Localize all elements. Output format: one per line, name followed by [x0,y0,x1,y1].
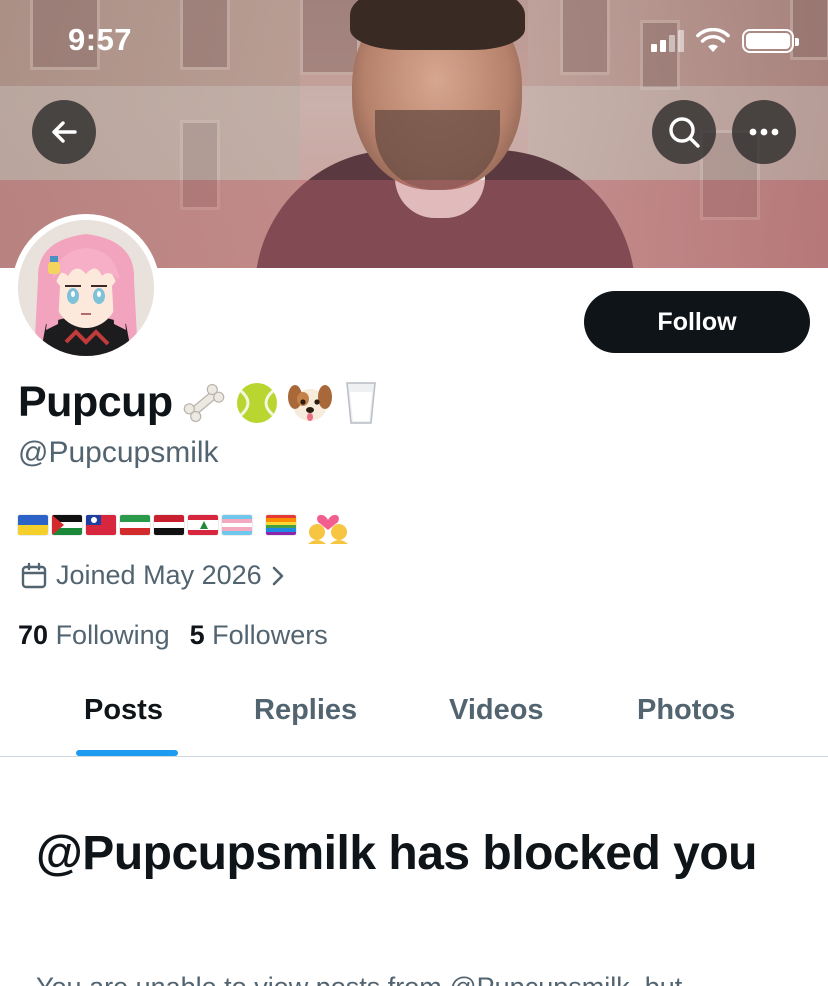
bone-icon [183,383,224,422]
profile-avatar[interactable] [12,214,160,362]
status-bar-icons [651,28,799,54]
tab-replies[interactable]: Replies [254,694,357,727]
tab-photos[interactable]: Photos [637,694,735,727]
follow-stats: 70 Following 5 Followers [18,620,328,651]
banner-window [560,0,610,75]
banner-window [790,0,828,60]
tab-posts[interactable]: Posts [84,694,163,727]
blocked-message-title: @Pupcupsmilk has blocked you [36,827,757,880]
palestine-flag-icon [52,515,82,535]
profile-handle: @Pupcupsmilk [18,436,219,469]
transgender-flag-icon [222,515,252,535]
calendar-icon [21,562,47,588]
display-name: Pupcup [18,378,173,426]
taiwan-flag-icon [86,515,116,535]
battery-icon [742,29,799,53]
ukraine-flag-icon [18,515,48,535]
following-label: Following [55,620,170,650]
blocked-message-subtitle: You are unable to view posts from @Pupcu… [36,972,816,986]
more-horizontal-icon [749,128,779,136]
bio-emoji-flags [18,506,350,544]
egypt-flag-icon [154,515,184,535]
followers-label: Followers [212,620,328,650]
active-tab-indicator [76,750,178,756]
display-name-row: Pupcup [18,378,381,427]
search-button[interactable] [652,100,716,164]
follow-button[interactable]: Follow [584,291,810,353]
lebanon-flag-icon [188,515,218,535]
avatar-image [18,220,154,356]
search-icon [669,117,700,148]
dog-face-icon [287,384,332,421]
tab-videos[interactable]: Videos [449,694,544,727]
name-emoji-row [181,380,381,426]
status-bar-time: 9:57 [68,22,133,57]
couple-with-heart-icon [308,514,348,544]
chevron-right-icon [272,566,283,585]
following-link[interactable]: 70 Following [18,620,170,651]
arrow-left-icon [52,121,77,143]
rainbow-flag-icon [266,515,296,535]
followers-count: 5 [189,620,205,650]
banner-window [180,0,230,70]
profile-tabs: Posts Replies Videos Photos [0,672,828,757]
wifi-icon [696,28,730,52]
back-button[interactable] [32,100,96,164]
cellular-signal-icon [651,30,684,52]
joined-date-row[interactable]: Joined May 2026 [20,560,286,591]
tennis-ball-icon [236,382,277,423]
more-options-button[interactable] [732,100,796,164]
joined-date: Joined May 2026 [56,560,262,590]
anime-girl-avatar-illustration [18,220,154,356]
iran-flag-icon [120,515,150,535]
followers-link[interactable]: 5 Followers [190,620,328,651]
banner-person-hair [350,0,525,50]
milk-glass-icon [345,381,376,424]
following-count: 70 [18,620,49,650]
